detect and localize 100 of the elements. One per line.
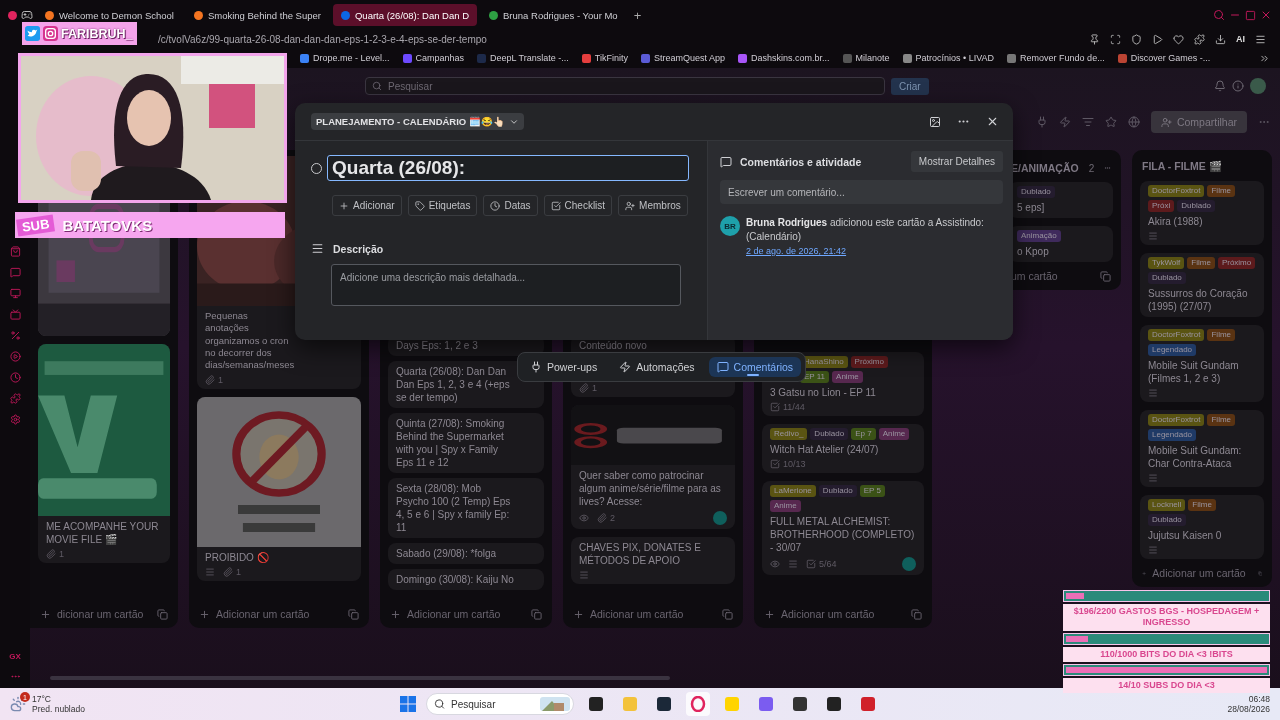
clock-icon[interactable] — [9, 372, 21, 383]
ai-button[interactable]: AI — [1236, 34, 1245, 44]
action-button[interactable]: Datas — [483, 195, 538, 216]
menu-icon[interactable] — [1255, 33, 1266, 45]
card[interactable]: Locknell Filme Dublado Jujutsu Kaisen 0 — [1140, 495, 1264, 559]
member-avatar[interactable]: BR — [720, 216, 740, 236]
address-field[interactable]: /c/tvolVa6z/99-quarta-26-08-dan-dan-dan-eps-1-2-3-e-4-eps-se-der-tempo — [158, 33, 487, 45]
settings-icon[interactable] — [9, 414, 21, 425]
browser-tab[interactable]: Smoking Behind the Super — [185, 4, 329, 26]
plus-icon[interactable] — [573, 608, 584, 620]
add-card-link[interactable]: Adicionar um cartão — [407, 608, 501, 620]
browser-tab[interactable]: Welcome to Demon School — [37, 4, 182, 26]
search-field[interactable]: Pesquisar — [365, 77, 885, 95]
maximize-icon[interactable] — [1245, 9, 1256, 21]
card[interactable]: CHAVES PIX, DONATES E MÉTODOS DE APOIO — [571, 537, 735, 584]
bag-icon[interactable] — [9, 246, 21, 257]
action-button[interactable]: Adicionar — [332, 195, 402, 216]
bookmark[interactable]: Milanote — [842, 53, 890, 63]
add-card-link[interactable]: Adicionar um cartão — [1152, 567, 1246, 579]
list-button[interactable]: PLANEJAMENTO - CALENDÁRIO 🗓😂👆🏻 — [311, 113, 524, 130]
create-button[interactable]: Criar — [891, 77, 929, 95]
action-button[interactable]: Membros — [618, 195, 688, 216]
gx-label[interactable]: GX — [9, 652, 21, 661]
chat-icon[interactable] — [9, 267, 21, 278]
gamepad-icon[interactable] — [21, 9, 33, 21]
clock-date[interactable]: 28/08/2026 — [1227, 704, 1270, 715]
card[interactable]: LaMerione Dublado EP 5 Anime FULL METAL ALCHEMIST: BROTHERHOOD (COMPLETO) - 30/07 5/64 — [762, 481, 924, 575]
globe-icon[interactable] — [1127, 116, 1140, 128]
puzzle-icon[interactable] — [1194, 33, 1205, 45]
play-icon[interactable] — [1152, 33, 1163, 45]
plus-icon[interactable] — [390, 608, 401, 620]
bookmark[interactable]: TikFinity — [581, 53, 628, 63]
heart-icon[interactable] — [1173, 33, 1184, 45]
card[interactable]: Quinta (27/08): Smoking Behind the Supermarket with you | Spy x Family Eps 11 e 12 — [388, 413, 544, 473]
card[interactable]: Domingo (30/08): Kaiju No — [388, 569, 544, 590]
weather-icon[interactable] — [10, 696, 26, 712]
plus-icon[interactable] — [40, 608, 51, 620]
search-icon[interactable] — [1213, 9, 1225, 21]
template-icon[interactable] — [911, 608, 922, 620]
bookmark[interactable]: Campanhas — [402, 53, 465, 63]
scrollbar[interactable] — [50, 676, 670, 680]
card[interactable]: Quer saber como patrocinar algum anime/série/filme para as lives? Acesse: 2 — [571, 405, 735, 529]
plug-icon[interactable] — [1035, 116, 1048, 128]
browser-tab[interactable]: Quarta (26/08): Dan Dan D — [332, 4, 478, 26]
bookmark[interactable]: StreamQuest App — [640, 53, 725, 63]
card[interactable]: Sexta (28/08): Mob Psycho 100 (2 Temp) Eps 4, 5 e 6 | Spy x family Ep: 11 — [388, 478, 544, 538]
member-avatar[interactable] — [902, 557, 916, 571]
template-icon[interactable] — [157, 608, 168, 620]
action-button[interactable]: Checklist — [543, 195, 613, 216]
template-icon[interactable] — [722, 608, 733, 620]
bookmark[interactable]: Remover Fundo de... — [1007, 53, 1105, 63]
start-icon[interactable] — [400, 696, 416, 712]
bookmark[interactable]: Patrocínios • LIVAD — [902, 53, 995, 63]
template-icon[interactable] — [531, 608, 542, 620]
filter-icon[interactable] — [1081, 116, 1094, 128]
shield-icon[interactable] — [1131, 33, 1142, 45]
action-button[interactable]: Etiquetas — [407, 195, 478, 216]
card[interactable]: TykWolf Filme Próximo Dublado Sussurros do Coração (1995) (27/07) — [1140, 253, 1264, 317]
card[interactable]: Quarta (26/08): Dan Dan Dan Eps 1, 2, 3 e 4 (+eps se der tempo) — [388, 361, 544, 408]
cover-icon[interactable] — [929, 115, 941, 128]
card[interactable]: Sabado (29/08): *folga — [388, 543, 544, 564]
card[interactable]: DoctorFoxtrot Filme Próxi Dublado Akira (1988) — [1140, 181, 1264, 245]
comment-field[interactable]: Escrever um comentário... — [720, 180, 1003, 204]
clock-time[interactable]: 06:48 — [1248, 693, 1270, 704]
pin-icon[interactable] — [1089, 33, 1100, 45]
bookmark[interactable]: Dashskins.com.br... — [738, 53, 830, 63]
add-card-link[interactable]: dicionar um cartão — [57, 608, 144, 620]
bell-icon[interactable] — [1214, 80, 1226, 92]
close-icon[interactable] — [986, 115, 999, 128]
card[interactable]: DoctorFoxtrot Filme Legendado Mobile Suit Gundam: Char Contra-Ataca — [1140, 410, 1264, 487]
card[interactable]: Redivo_ Dublado Ep 7 Anime Witch Hat Atelier (24/07) 10/13 — [762, 424, 924, 473]
template-icon[interactable] — [348, 608, 359, 620]
help-icon[interactable] — [1232, 80, 1244, 92]
card[interactable]: ME ACOMPANHE YOUR MOVIE FILE 🎬 1 — [38, 344, 170, 563]
details-button[interactable]: Mostrar Detalhes — [910, 151, 1003, 172]
add-card-link[interactable]: Adicionar um cartão — [216, 608, 310, 620]
bolt-icon[interactable] — [1058, 116, 1071, 128]
user-avatar[interactable] — [1250, 78, 1266, 94]
bookmark[interactable]: Discover Games -... — [1117, 53, 1211, 63]
bookmark[interactable]: Drope.me - Level... — [300, 53, 390, 63]
browser-logo-icon[interactable] — [8, 10, 17, 20]
new-tab-button[interactable]: + — [629, 7, 646, 23]
card[interactable]: DoctorFoxtrot Filme Legendado Mobile Suit Gundam (Filmes 1, 2 e 3) — [1140, 325, 1264, 402]
download-icon[interactable] — [1215, 33, 1226, 45]
template-icon[interactable] — [1100, 270, 1111, 282]
title-field[interactable]: Quarta (26/08): — [327, 155, 689, 181]
scan-icon[interactable] — [1110, 33, 1121, 45]
plus-icon[interactable] — [199, 608, 210, 620]
add-card-link[interactable]: Adicionar um cartão — [590, 608, 684, 620]
description-field[interactable]: Adicione uma descrição mais detalhada... — [331, 264, 681, 306]
toolbar-button[interactable]: Automações — [611, 357, 703, 377]
card[interactable]: PROIBIDO 🚫 1 — [197, 396, 361, 581]
member-avatar[interactable] — [713, 511, 727, 525]
browser-tab[interactable]: Bruna Rodrigues - Your Mo — [481, 4, 626, 26]
plus-icon[interactable] — [764, 608, 775, 620]
toolbar-button[interactable]: Comentários — [708, 357, 802, 377]
star-icon[interactable] — [1104, 116, 1117, 128]
percent-icon[interactable] — [9, 330, 21, 341]
monitor-icon[interactable] — [9, 288, 21, 299]
activity-time-link[interactable]: 2 de ago. de 2026, 21:42 — [746, 246, 1003, 256]
